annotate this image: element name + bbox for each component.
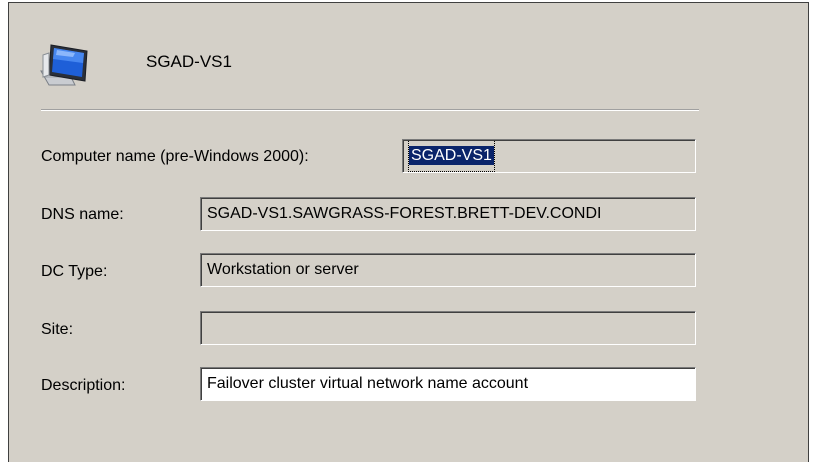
description-label: Description:	[41, 377, 126, 394]
dc-type-label: DC Type:	[41, 263, 108, 280]
object-name-title: SGAD-VS1	[146, 52, 232, 71]
computer-name-focus: SGAD-VS1	[408, 140, 495, 172]
computer-monitor-icon	[40, 44, 88, 86]
computer-name-field[interactable]: SGAD-VS1	[402, 139, 696, 173]
dns-name-field[interactable]: SGAD-VS1.SAWGRASS-FOREST.BRETT-DEV.CONDI	[200, 197, 696, 231]
site-field[interactable]	[200, 311, 696, 345]
dns-name-label: DNS name:	[41, 206, 124, 223]
computer-name-selection: SGAD-VS1	[409, 146, 494, 165]
dc-type-field[interactable]: Workstation or server	[200, 253, 696, 287]
computer-name-label: Computer name (pre-Windows 2000):	[41, 148, 309, 165]
description-input[interactable]: Failover cluster virtual network name ac…	[200, 367, 696, 401]
header-separator	[41, 109, 699, 111]
properties-panel: SGAD-VS1 Computer name (pre-Windows 2000…	[8, 2, 809, 462]
site-label: Site:	[41, 321, 74, 338]
